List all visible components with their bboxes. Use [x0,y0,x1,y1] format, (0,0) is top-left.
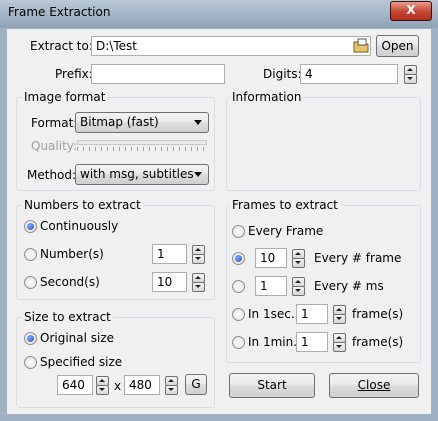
prefix-input[interactable] [91,64,225,84]
information-title: Information [230,90,304,104]
dialog-body: Extract to: D:\Test Open Prefix: Digits:… [7,29,431,414]
extract-to-path-input[interactable]: D:\Test [91,36,371,56]
g-button-label: G [191,377,201,391]
continuously-label: Continuously [40,219,119,233]
open-button-label: Open [381,39,414,53]
numbers-spinner[interactable] [192,245,205,264]
numbers-radio[interactable] [24,248,37,261]
image-format-title: Image format [22,90,108,104]
start-button-label: Start [257,378,287,392]
seconds-radio[interactable] [24,276,37,289]
seconds-spinner[interactable] [192,273,205,292]
quality-slider [77,140,207,145]
specified-size-label: Specified size [40,355,123,369]
numbers-input[interactable]: 1 [152,244,187,264]
every-ms-spinner[interactable] [292,277,305,296]
in-1sec-radio[interactable] [232,308,245,321]
digits-input[interactable]: 4 [300,64,398,84]
size-to-extract-title: Size to extract [22,310,113,324]
size-separator: x [114,379,122,393]
in-1min-unit: frame(s) [352,335,404,349]
folder-icon [353,38,369,53]
every-n-frame-spinner[interactable] [292,249,305,268]
in-1min-label: In 1min. [248,335,298,349]
prefix-label: Prefix: [55,67,93,81]
format-dropdown-value: Bitmap (fast) [80,115,159,129]
start-button[interactable]: Start [229,373,315,398]
in-1sec-label: In 1sec. [248,307,295,321]
in-1sec-spinner[interactable] [333,305,346,324]
every-n-frame-label: Every # frame [314,251,402,265]
width-input[interactable]: 640 [57,375,93,395]
quality-slider-ticks [77,147,205,151]
method-dropdown[interactable]: with msg, subtitles [75,164,209,185]
in-1min-radio[interactable] [232,336,245,349]
information-group [226,97,421,191]
specified-size-radio[interactable] [24,356,37,369]
every-ms-label: Every # ms [314,279,384,293]
in-1sec-input[interactable]: 1 [296,304,328,324]
frame-extraction-window: Frame Extraction X Extract to: D:\Test O… [0,0,438,421]
method-label: Method: [27,168,77,182]
frames-to-extract-title: Frames to extract [230,198,340,212]
every-frame-radio[interactable] [232,225,245,238]
window-close-button[interactable]: X [390,1,432,21]
height-input[interactable]: 480 [124,375,160,395]
seconds-input[interactable]: 10 [152,272,187,292]
original-size-label: Original size [40,331,115,345]
format-label: Format: [31,116,78,130]
title-bar[interactable]: Frame Extraction X [0,0,438,28]
digits-label: Digits: [263,67,302,81]
window-title: Frame Extraction [8,5,111,19]
continuously-radio[interactable] [24,220,37,233]
browse-folder-button[interactable] [352,37,370,55]
every-ms-radio[interactable] [232,280,245,293]
open-button[interactable]: Open [376,35,419,57]
numbers-label: Number(s) [40,247,104,261]
chevron-down-icon [194,120,202,125]
every-n-frame-radio[interactable] [232,252,245,265]
height-spinner[interactable] [165,376,178,395]
every-n-frame-input[interactable]: 10 [255,248,287,268]
close-button-label: Close [357,378,391,392]
every-ms-input[interactable]: 1 [255,276,287,296]
every-frame-label: Every Frame [248,224,324,238]
extract-to-label: Extract to: [30,39,93,53]
seconds-label: Second(s) [40,275,100,289]
in-1sec-unit: frame(s) [352,307,404,321]
method-dropdown-value: with msg, subtitles [80,167,194,181]
format-dropdown[interactable]: Bitmap (fast) [75,112,209,133]
close-button[interactable]: Close [329,373,419,398]
width-spinner[interactable] [96,376,109,395]
quality-label: Quality: [31,139,78,153]
numbers-to-extract-title: Numbers to extract [22,198,143,212]
in-1min-spinner[interactable] [333,333,346,352]
in-1min-input[interactable]: 1 [296,332,328,352]
g-button[interactable]: G [185,374,207,395]
original-size-radio[interactable] [24,332,37,345]
digits-spinner[interactable] [404,65,417,84]
chevron-down-icon [194,172,202,177]
close-icon: X [406,3,416,17]
